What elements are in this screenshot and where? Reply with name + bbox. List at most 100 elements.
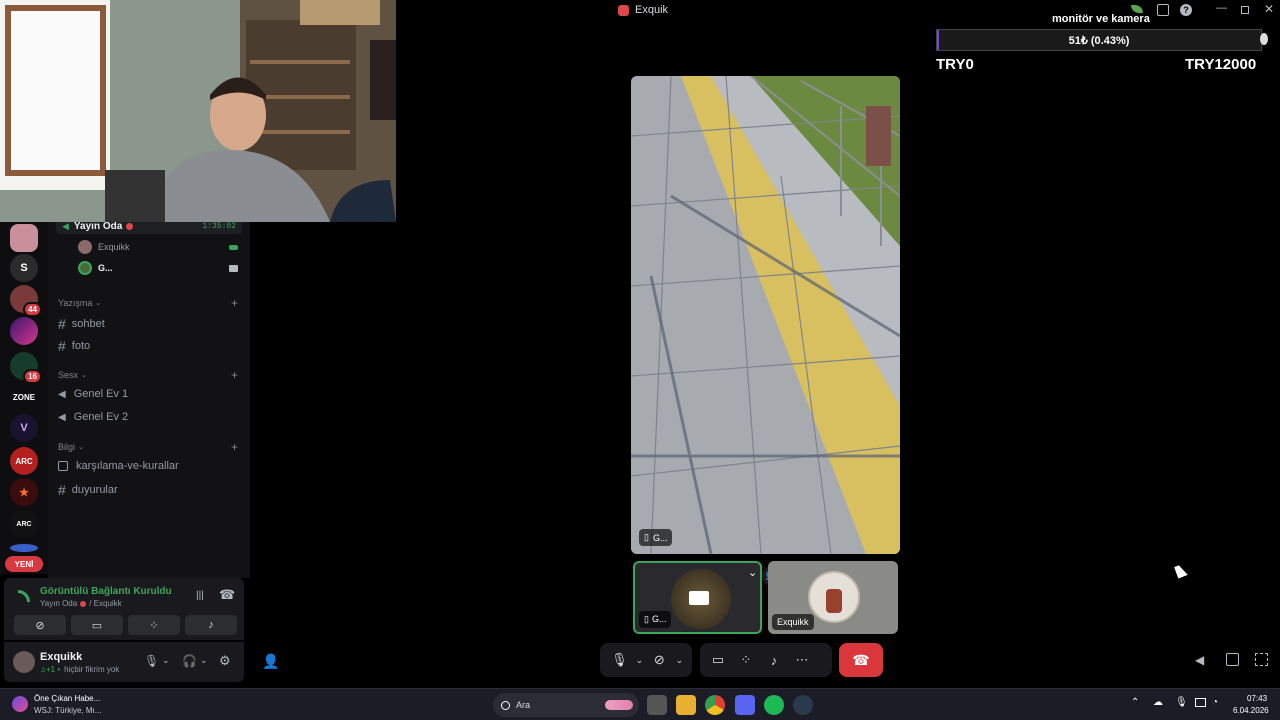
server-icon-fire[interactable]: ★ [10,478,38,506]
server-zone-label: ZONE [12,392,36,402]
add-channel-icon[interactable]: + [231,296,238,310]
member-name: G... [98,263,113,273]
channel-name: duyurular [71,484,118,496]
task-view-icon[interactable] [647,695,667,715]
server-icon-arc2[interactable]: ARC [10,510,38,538]
server-rail: S 44 16 ZONE V ARC ★ ARC YENİ [0,222,48,574]
connection-status: Görüntülü Bağlantı Kuruldu [40,586,172,597]
inbox-icon[interactable] [1157,4,1169,16]
channel-item[interactable]: ◀ Genel Ev 1 [58,388,128,400]
mic-icon[interactable]: 🎙 [144,654,159,668]
category-header[interactable]: Yazışma ⌄ [58,298,238,308]
participant-tile[interactable]: ▯ G... ⌄ [633,561,762,634]
chevron-down-icon[interactable]: ⌄ [673,646,686,674]
discord-taskbar-icon[interactable] [735,695,755,715]
search-highlight-icon [605,700,633,710]
chevron-down-icon[interactable]: ⌄ [748,566,757,579]
app-logo-icon [618,4,629,16]
connection-location[interactable]: Yayın Oda [40,599,77,608]
category-header[interactable]: Bilgi ⌄ [58,442,238,452]
channel-item[interactable]: ◀ Genel Ev 2 [58,411,128,423]
network-icon[interactable]: ☁ [1153,697,1163,708]
server-icon-s[interactable]: S [10,254,38,282]
noise-suppression-icon[interactable]: ||| [196,590,204,601]
chevron-down-icon: ⌄ [95,300,102,307]
user-status: hiçbir fikrim yok [64,665,120,674]
steam-icon[interactable] [793,695,813,715]
voice-channel-name: Yayın Oda [73,220,123,232]
search-box[interactable]: Ara [493,693,639,717]
stream-name-pill: ▯ G... [639,529,673,546]
avatar[interactable] [13,651,35,673]
participant-tile[interactable]: Exquikk [768,561,898,634]
server-icon-zone[interactable]: ZONE [10,383,38,411]
voice-member[interactable]: Exquikk [78,240,238,254]
share-screen-icon[interactable]: ▭ [704,646,732,674]
main-stream-video[interactable]: ▯ G... [631,76,900,554]
channel-item[interactable]: # sohbet [58,316,105,332]
close-button[interactable]: ✕ [1264,2,1274,16]
clock-date[interactable]: 6.04.2026 [1233,706,1269,715]
leave-call-button[interactable]: ☎ [839,643,883,677]
server-icon-arc[interactable]: ARC [10,447,38,475]
category-name: Sesx [58,370,79,380]
add-friend-icon[interactable]: 👤 [262,653,279,670]
channel-item[interactable]: # duyurular [58,482,118,498]
share-screen-button[interactable]: ▭ [71,615,123,635]
wifi-icon[interactable]: ◔ [1212,697,1218,708]
help-icon[interactable]: ? [1180,4,1192,16]
voice-member[interactable]: G... [78,261,238,275]
gear-icon[interactable]: ⚙ [219,653,231,669]
new-badge[interactable]: YENİ [5,556,43,572]
server-icon-v[interactable]: V [10,414,38,442]
chevron-down-icon[interactable]: ⌄ [633,646,646,674]
volume-icon[interactable]: ◀ [1195,653,1204,667]
mouse-cursor-icon [1174,563,1188,579]
file-explorer-icon[interactable] [676,695,696,715]
server-icon-green[interactable]: 16 [10,352,42,384]
channel-item[interactable]: karşılama-ve-kurallar [58,460,179,472]
soundboard-button[interactable]: ♪ [185,615,237,635]
camera-off-icon[interactable]: ⊘ [646,646,673,674]
news-widget-icon[interactable] [12,696,28,712]
channel-name: karşılama-ve-kurallar [76,460,179,472]
activities-icon[interactable]: ⁘ [732,646,760,674]
server-icon-flowers[interactable] [10,224,38,252]
server-icon-partial[interactable] [10,544,38,552]
channel-item[interactable]: # foto [58,338,90,354]
stream-label: G... [652,532,668,543]
more-options-icon[interactable]: ⋯ [788,646,816,674]
add-channel-icon[interactable]: + [231,368,238,382]
chrome-icon[interactable] [705,695,725,715]
popout-icon[interactable] [1226,653,1239,666]
activities-button[interactable]: ⁘ [128,615,180,635]
search-icon [501,700,510,710]
soundboard-icon[interactable]: ♪ [760,646,788,674]
server-icon-group[interactable]: 44 [10,285,42,317]
mic-icon[interactable]: 🎙 [606,646,633,674]
spotify-icon[interactable] [764,695,784,715]
hash-icon: # [58,482,66,498]
live-dot-icon [126,222,134,230]
news-widget-title[interactable]: Öne Çıkan Habe... [34,694,100,703]
display-icon[interactable] [1195,698,1206,707]
server-icon-purple[interactable] [10,317,38,345]
clock-time[interactable]: 07:43 [1247,694,1267,703]
add-channel-icon[interactable]: + [231,440,238,454]
disconnect-icon[interactable]: ☎ [219,587,235,603]
goal-min: TRY0 [936,56,974,73]
chevron-up-icon[interactable]: ⌃ [1131,697,1139,708]
mic-tray-icon[interactable]: 🎙 [1175,697,1188,708]
avatar [78,261,92,275]
toggle-camera-button[interactable]: ⊘ [14,615,66,635]
news-widget-subtitle: WSJ: Türkiye, Mı... [34,706,102,715]
member-name: Exquikk [98,242,130,252]
minimize-button[interactable]: — [1216,2,1227,14]
chevron-down-icon[interactable]: ⌄ [162,655,170,666]
category-header[interactable]: Sesx ⌄ [58,370,238,380]
start-button[interactable] [468,695,488,715]
maximize-button[interactable] [1241,6,1249,14]
chevron-down-icon[interactable]: ⌄ [200,655,208,666]
headphones-icon[interactable]: 🎧 [182,654,197,668]
fullscreen-icon[interactable] [1255,653,1268,666]
